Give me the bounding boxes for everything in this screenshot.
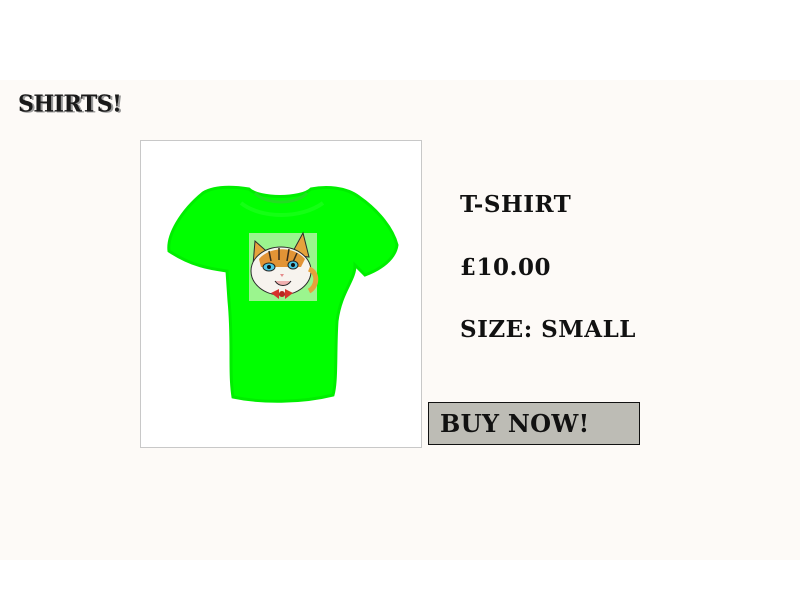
cat-face-icon [249,231,319,301]
buy-now-button[interactable]: BUY NOW! [428,402,640,445]
product-price: £10.00 [460,254,552,281]
t-shirt-icon [167,185,399,403]
product-name: T-SHIRT [460,191,572,218]
site-logo-title: SHIRTS! [18,90,122,118]
product-image [140,140,422,448]
product-size: SIZE: SMALL [460,316,636,343]
